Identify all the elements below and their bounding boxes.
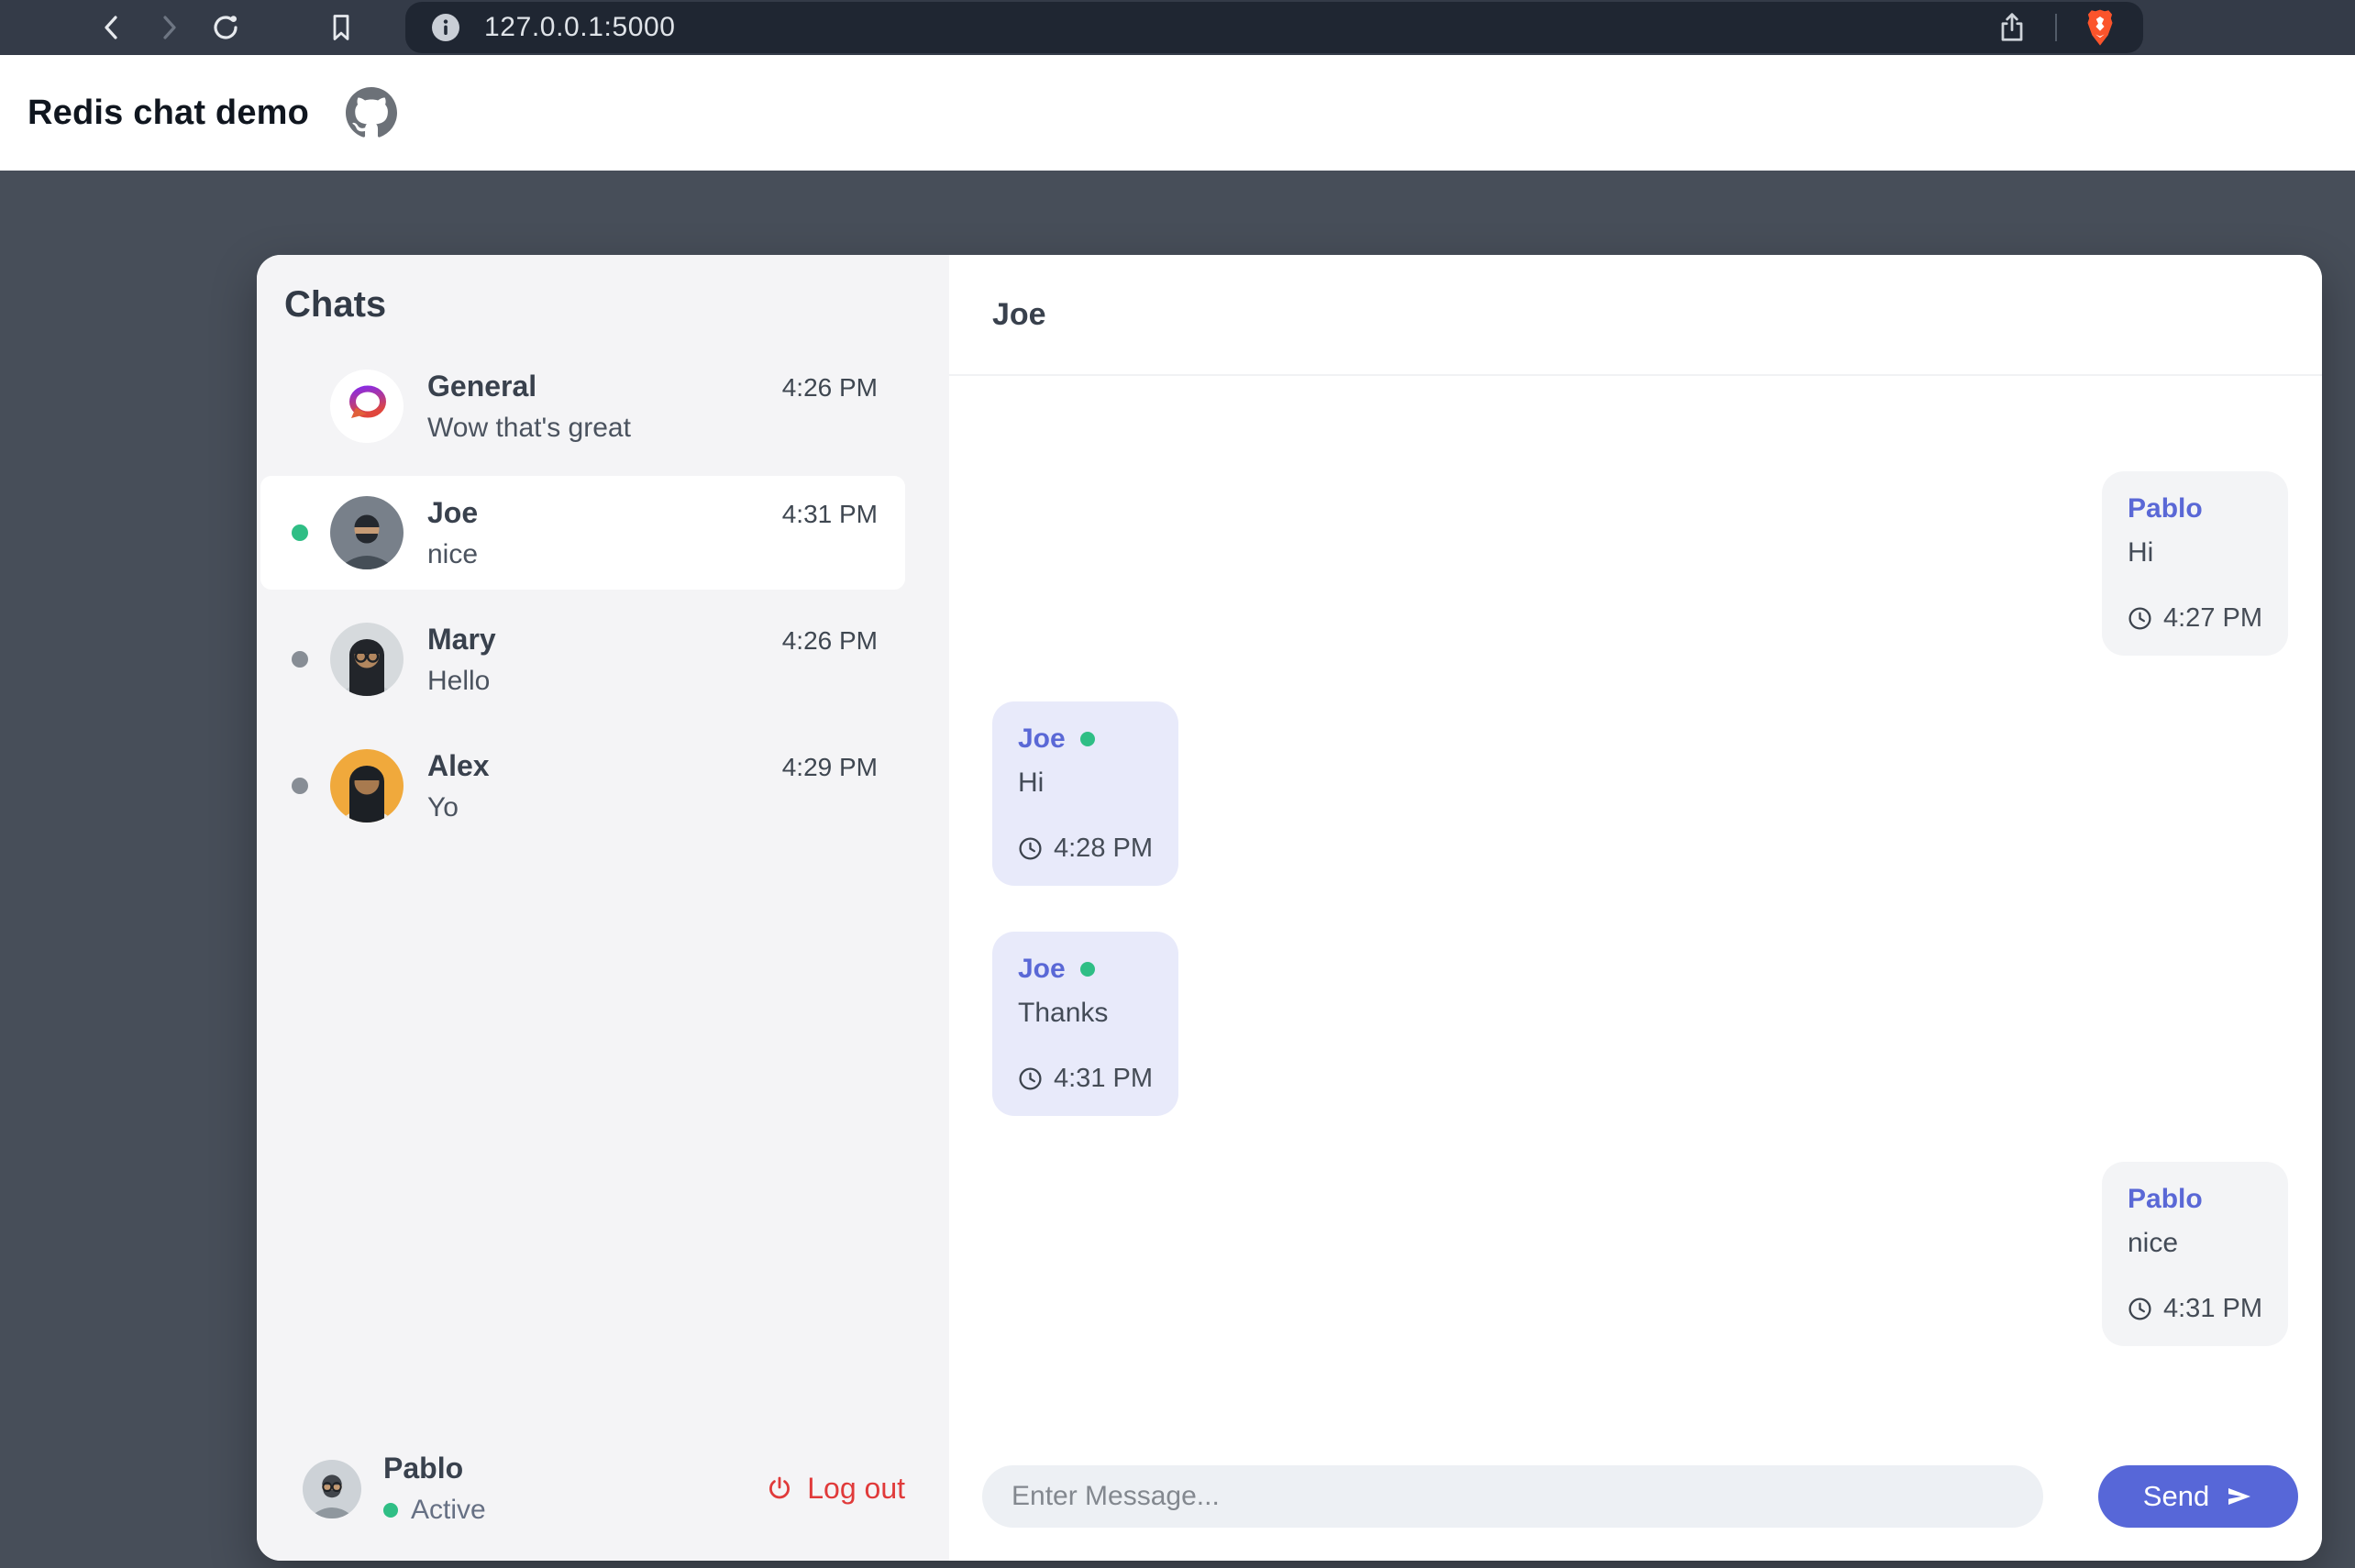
toolbar-divider: [2055, 14, 2057, 41]
reload-icon[interactable]: [209, 11, 242, 44]
share-icon[interactable]: [1995, 10, 2029, 45]
message-text: nice: [2128, 1228, 2179, 1258]
page-header: Redis chat demo: [0, 55, 2355, 171]
brave-icon[interactable]: [2083, 9, 2117, 46]
message-time: 4:27 PM: [2128, 603, 2262, 634]
message-text: Hi: [2128, 537, 2154, 568]
presence-dot-offline: [292, 651, 308, 668]
current-user-status: Active: [383, 1495, 486, 1526]
chat-avatar: [330, 749, 404, 823]
online-dot: [1079, 732, 1095, 746]
conversation-header: Joe: [949, 255, 2322, 376]
power-icon: [765, 1474, 794, 1504]
current-user-name: Pablo: [383, 1452, 464, 1485]
send-label: Send: [2142, 1480, 2210, 1512]
message-bubble-pablo: Pablo nice 4:31 PM: [2102, 1162, 2288, 1346]
page-background: Chats General Wow that's great 4:26 PM Joe n…: [0, 171, 2355, 1568]
site-info-icon[interactable]: [431, 13, 460, 42]
chat-last-message: Yo: [427, 791, 459, 823]
message-list: Pablo Hi 4:27 PM Joe Hi 4:28 PM Joe Thanks 4:31 …: [949, 376, 2322, 1440]
url-text[interactable]: 127.0.0.1:5000: [484, 12, 676, 43]
bookmark-icon[interactable]: [325, 11, 358, 44]
chat-name: General: [427, 369, 537, 403]
chat-avatar: [330, 370, 404, 443]
clock-icon: [2128, 606, 2152, 631]
message-sender: Pablo: [2128, 1184, 2203, 1214]
message-row: Pablo nice 4:31 PM: [992, 1162, 2288, 1346]
message-input[interactable]: [982, 1465, 2043, 1528]
message-time: 4:31 PM: [2128, 1294, 2262, 1324]
chat-item-joe[interactable]: Joe nice 4:31 PM: [260, 476, 905, 590]
clock-icon: [2128, 1297, 2152, 1321]
message-sender: Pablo: [2128, 493, 2203, 524]
message-text: Hi: [1018, 767, 1045, 798]
chat-info: Mary Hello: [427, 623, 782, 697]
chat-name: Mary: [427, 622, 496, 656]
github-icon[interactable]: [346, 87, 398, 138]
message-bubble-pablo: Pablo Hi 4:27 PM: [2102, 471, 2288, 656]
chat-item-alex[interactable]: Alex Yo 4:29 PM: [260, 729, 905, 843]
chat-timestamp: 4:29 PM: [781, 753, 878, 781]
presence-dot-online: [292, 525, 308, 541]
page-title: Redis chat demo: [28, 93, 310, 132]
presence-dot-offline: [292, 778, 308, 794]
message-row: Joe Hi 4:28 PM: [992, 701, 2288, 886]
clock-icon: [1018, 1066, 1043, 1091]
logout-button[interactable]: Log out: [765, 1472, 905, 1506]
chat-timestamp: 4:31 PM: [781, 500, 878, 528]
chat-item-mary[interactable]: Mary Hello 4:26 PM: [260, 602, 905, 716]
online-dot: [1079, 962, 1095, 977]
message-row: Pablo Hi 4:27 PM: [992, 471, 2288, 656]
chat-info: Alex Yo: [427, 749, 782, 823]
send-arrow-icon: [2226, 1485, 2253, 1508]
active-status-label: Active: [411, 1495, 486, 1525]
chat-name: Alex: [427, 748, 490, 782]
current-user-bar: Pablo Active Log out: [257, 1452, 949, 1561]
current-user-meta: Pablo Active: [383, 1452, 486, 1526]
conversation-panel: Joe Pablo Hi 4:27 PM Joe Hi 4:28 PM Joe Thanks 4…: [949, 255, 2322, 1561]
chat-info: General Wow that's great: [427, 370, 782, 444]
message-bubble-joe: Joe Thanks 4:31 PM: [992, 932, 1178, 1116]
message-row: Joe Thanks 4:31 PM: [992, 932, 2288, 1116]
current-user-avatar: [303, 1459, 361, 1518]
message-sender: Joe: [1018, 723, 1153, 755]
message-time: 4:31 PM: [1018, 1064, 1153, 1094]
browser-toolbar: 127.0.0.1:5000: [0, 0, 2355, 55]
logout-label: Log out: [807, 1472, 905, 1505]
conversation-title: Joe: [992, 296, 1046, 332]
browser-window: 127.0.0.1:5000 Redis chat demo Chats Gen…: [0, 0, 2355, 1568]
chat-last-message: Hello: [427, 665, 491, 696]
message-bubble-joe: Joe Hi 4:28 PM: [992, 701, 1178, 886]
address-bar[interactable]: 127.0.0.1:5000: [405, 2, 2143, 53]
chat-timestamp: 4:26 PM: [781, 626, 878, 655]
clock-icon: [1018, 836, 1043, 861]
chat-last-message: Wow that's great: [427, 412, 631, 443]
chat-item-general[interactable]: General Wow that's great 4:26 PM: [260, 349, 905, 463]
chat-timestamp: 4:26 PM: [781, 373, 878, 402]
sidebar: Chats General Wow that's great 4:26 PM Joe n…: [257, 255, 949, 1561]
chat-avatar: [330, 496, 404, 569]
active-status-dot: [383, 1503, 398, 1518]
composer: Send: [949, 1440, 2322, 1561]
chat-list: General Wow that's great 4:26 PM Joe nice 4:3…: [257, 349, 949, 856]
forward-icon[interactable]: [152, 11, 185, 44]
chat-app-card: Chats General Wow that's great 4:26 PM Joe n…: [257, 255, 2322, 1561]
message-sender: Joe: [1018, 954, 1153, 985]
no-presence-dot: [292, 398, 308, 414]
chat-last-message: nice: [427, 538, 479, 569]
back-icon[interactable]: [95, 11, 128, 44]
chat-name: Joe: [427, 495, 479, 529]
chats-title: Chats: [284, 284, 387, 325]
message-time: 4:28 PM: [1018, 834, 1153, 864]
send-button[interactable]: Send: [2098, 1465, 2298, 1528]
chat-avatar: [330, 623, 404, 696]
message-text: Thanks: [1018, 998, 1109, 1028]
chat-info: Joe nice: [427, 496, 782, 570]
